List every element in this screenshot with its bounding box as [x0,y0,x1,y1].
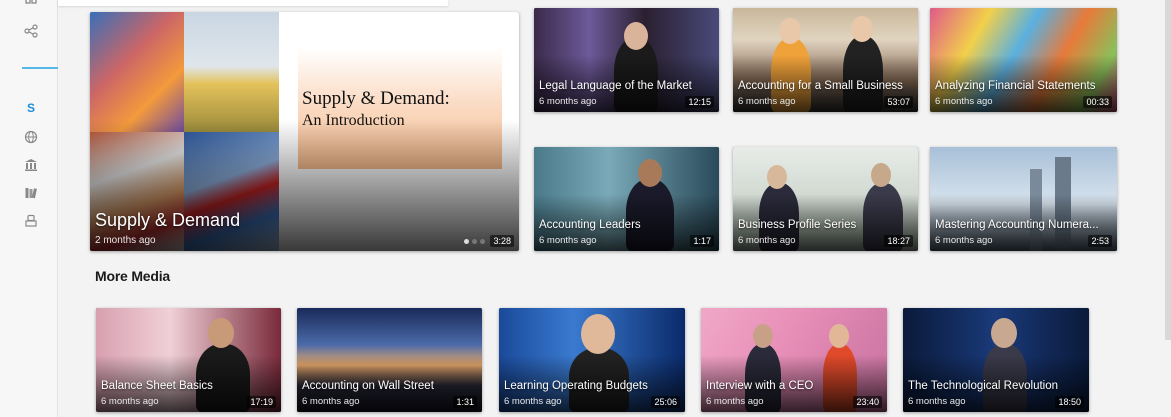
media-title: Accounting on Wall Street [302,380,434,392]
carousel-dots[interactable] [464,239,485,244]
media-tile[interactable]: Legal Language of the Market 6 months ag… [534,8,719,112]
media-age: 6 months ago [935,235,993,246]
media-tile[interactable]: Balance Sheet Basics 6 months ago 17:19 [96,308,281,412]
media-duration: 53:07 [884,96,913,108]
media-age: 6 months ago [302,396,360,407]
media-title: Mastering Accounting Numera... [935,219,1099,231]
media-duration: 18:50 [1055,396,1084,408]
media-duration: 12:15 [685,96,714,108]
media-duration: 25:06 [651,396,680,408]
media-duration: 3:28 [490,235,514,247]
media-duration: 00:33 [1083,96,1112,108]
media-tile[interactable]: Accounting on Wall Street 6 months ago 1… [297,308,482,412]
media-tile[interactable]: The Technological Revolution 6 months ag… [903,308,1089,412]
media-age: 6 months ago [738,96,796,107]
media-age: 6 months ago [504,396,562,407]
media-tile[interactable]: Accounting for a Small Business 6 months… [733,8,918,112]
media-title: Accounting Leaders [539,219,641,231]
library-icon[interactable] [21,156,41,174]
media-age: 6 months ago [908,396,966,407]
section-heading: More Media [95,268,171,284]
collage-tram-photo [184,12,279,132]
media-title: The Technological Revolution [908,380,1059,392]
brand-s-icon[interactable]: S [21,99,41,117]
media-tile[interactable]: Learning Operating Budgets 6 months ago … [499,308,685,412]
media-duration: 17:19 [247,396,276,408]
media-tile[interactable]: Business Profile Series 6 months ago 18:… [733,147,918,251]
media-duration: 18:27 [884,235,913,247]
media-tile[interactable]: Interview with a CEO 6 months ago 23:40 [701,308,887,412]
featured-media-tile[interactable]: Supply & Demand: An Introduction Supply … [90,12,519,251]
media-age: 6 months ago [539,96,597,107]
media-title: Supply & Demand [95,210,241,230]
media-title: Legal Language of the Market [539,80,692,92]
media-age: 6 months ago [539,235,597,246]
media-title: Analyzing Financial Statements [935,80,1096,92]
collage-polygon-art [90,12,184,132]
media-duration: 23:40 [853,396,882,408]
media-age: 6 months ago [935,96,993,107]
share-icon[interactable] [21,22,41,40]
rail-divider [22,67,58,69]
media-age: 6 months ago [706,396,764,407]
media-age: 2 months ago [95,235,156,246]
media-title: Learning Operating Budgets [504,380,648,392]
media-age: 6 months ago [738,235,796,246]
media-tile[interactable]: Analyzing Financial Statements 6 months … [930,8,1117,112]
podium-icon[interactable] [21,212,41,230]
media-duration: 1:31 [453,396,477,408]
globe-icon[interactable] [21,128,41,146]
top-bar-edge [58,0,448,6]
media-title: Business Profile Series [738,219,857,231]
grid-icon[interactable] [21,0,41,13]
media-duration: 1:17 [690,235,714,247]
media-duration: 2:53 [1088,235,1112,247]
media-tile[interactable]: Mastering Accounting Numera... 6 months … [930,147,1117,251]
media-age: 6 months ago [101,396,159,407]
page-scrollbar[interactable] [1165,0,1171,340]
slide-title: Supply & Demand: [302,88,450,109]
media-title: Interview with a CEO [706,380,814,392]
media-title: Balance Sheet Basics [101,380,213,392]
left-sidebar: S [0,0,58,417]
media-title: Accounting for a Small Business [738,80,903,92]
media-tile[interactable]: Accounting Leaders 6 months ago 1:17 [534,147,719,251]
books-icon[interactable] [21,184,41,202]
